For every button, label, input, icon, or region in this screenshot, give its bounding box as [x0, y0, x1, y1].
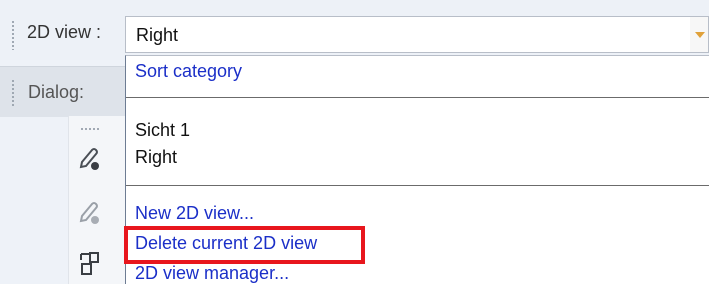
2d-view-transform-icon[interactable] [78, 250, 102, 278]
dialog-grip[interactable] [12, 79, 14, 107]
tool-panel-grip[interactable] [80, 128, 100, 130]
2d-view-manager-item[interactable]: 2D view manager... [135, 263, 289, 284]
sort-category-item[interactable]: Sort category [135, 61, 242, 82]
view-item-sicht-1[interactable]: Sicht 1 [135, 120, 190, 141]
highlight-box [124, 226, 365, 264]
pen-with-filled-dot-icon[interactable] [78, 144, 102, 172]
view-item-right[interactable]: Right [135, 147, 177, 168]
separator [126, 97, 709, 98]
dialog-label: Dialog: [28, 82, 85, 102]
view-toolbar: 2D view : Right [0, 0, 709, 60]
toolbar-grip[interactable] [12, 20, 14, 50]
view-combobox[interactable]: Right [125, 16, 709, 53]
new-2d-view-item[interactable]: New 2D view... [135, 203, 254, 224]
view-combobox-value: Right [136, 25, 179, 45]
chevron-down-icon[interactable] [690, 17, 708, 52]
pen-with-faded-dot-icon[interactable] [78, 198, 102, 226]
separator [126, 185, 709, 186]
view-label: 2D view : [27, 22, 102, 42]
